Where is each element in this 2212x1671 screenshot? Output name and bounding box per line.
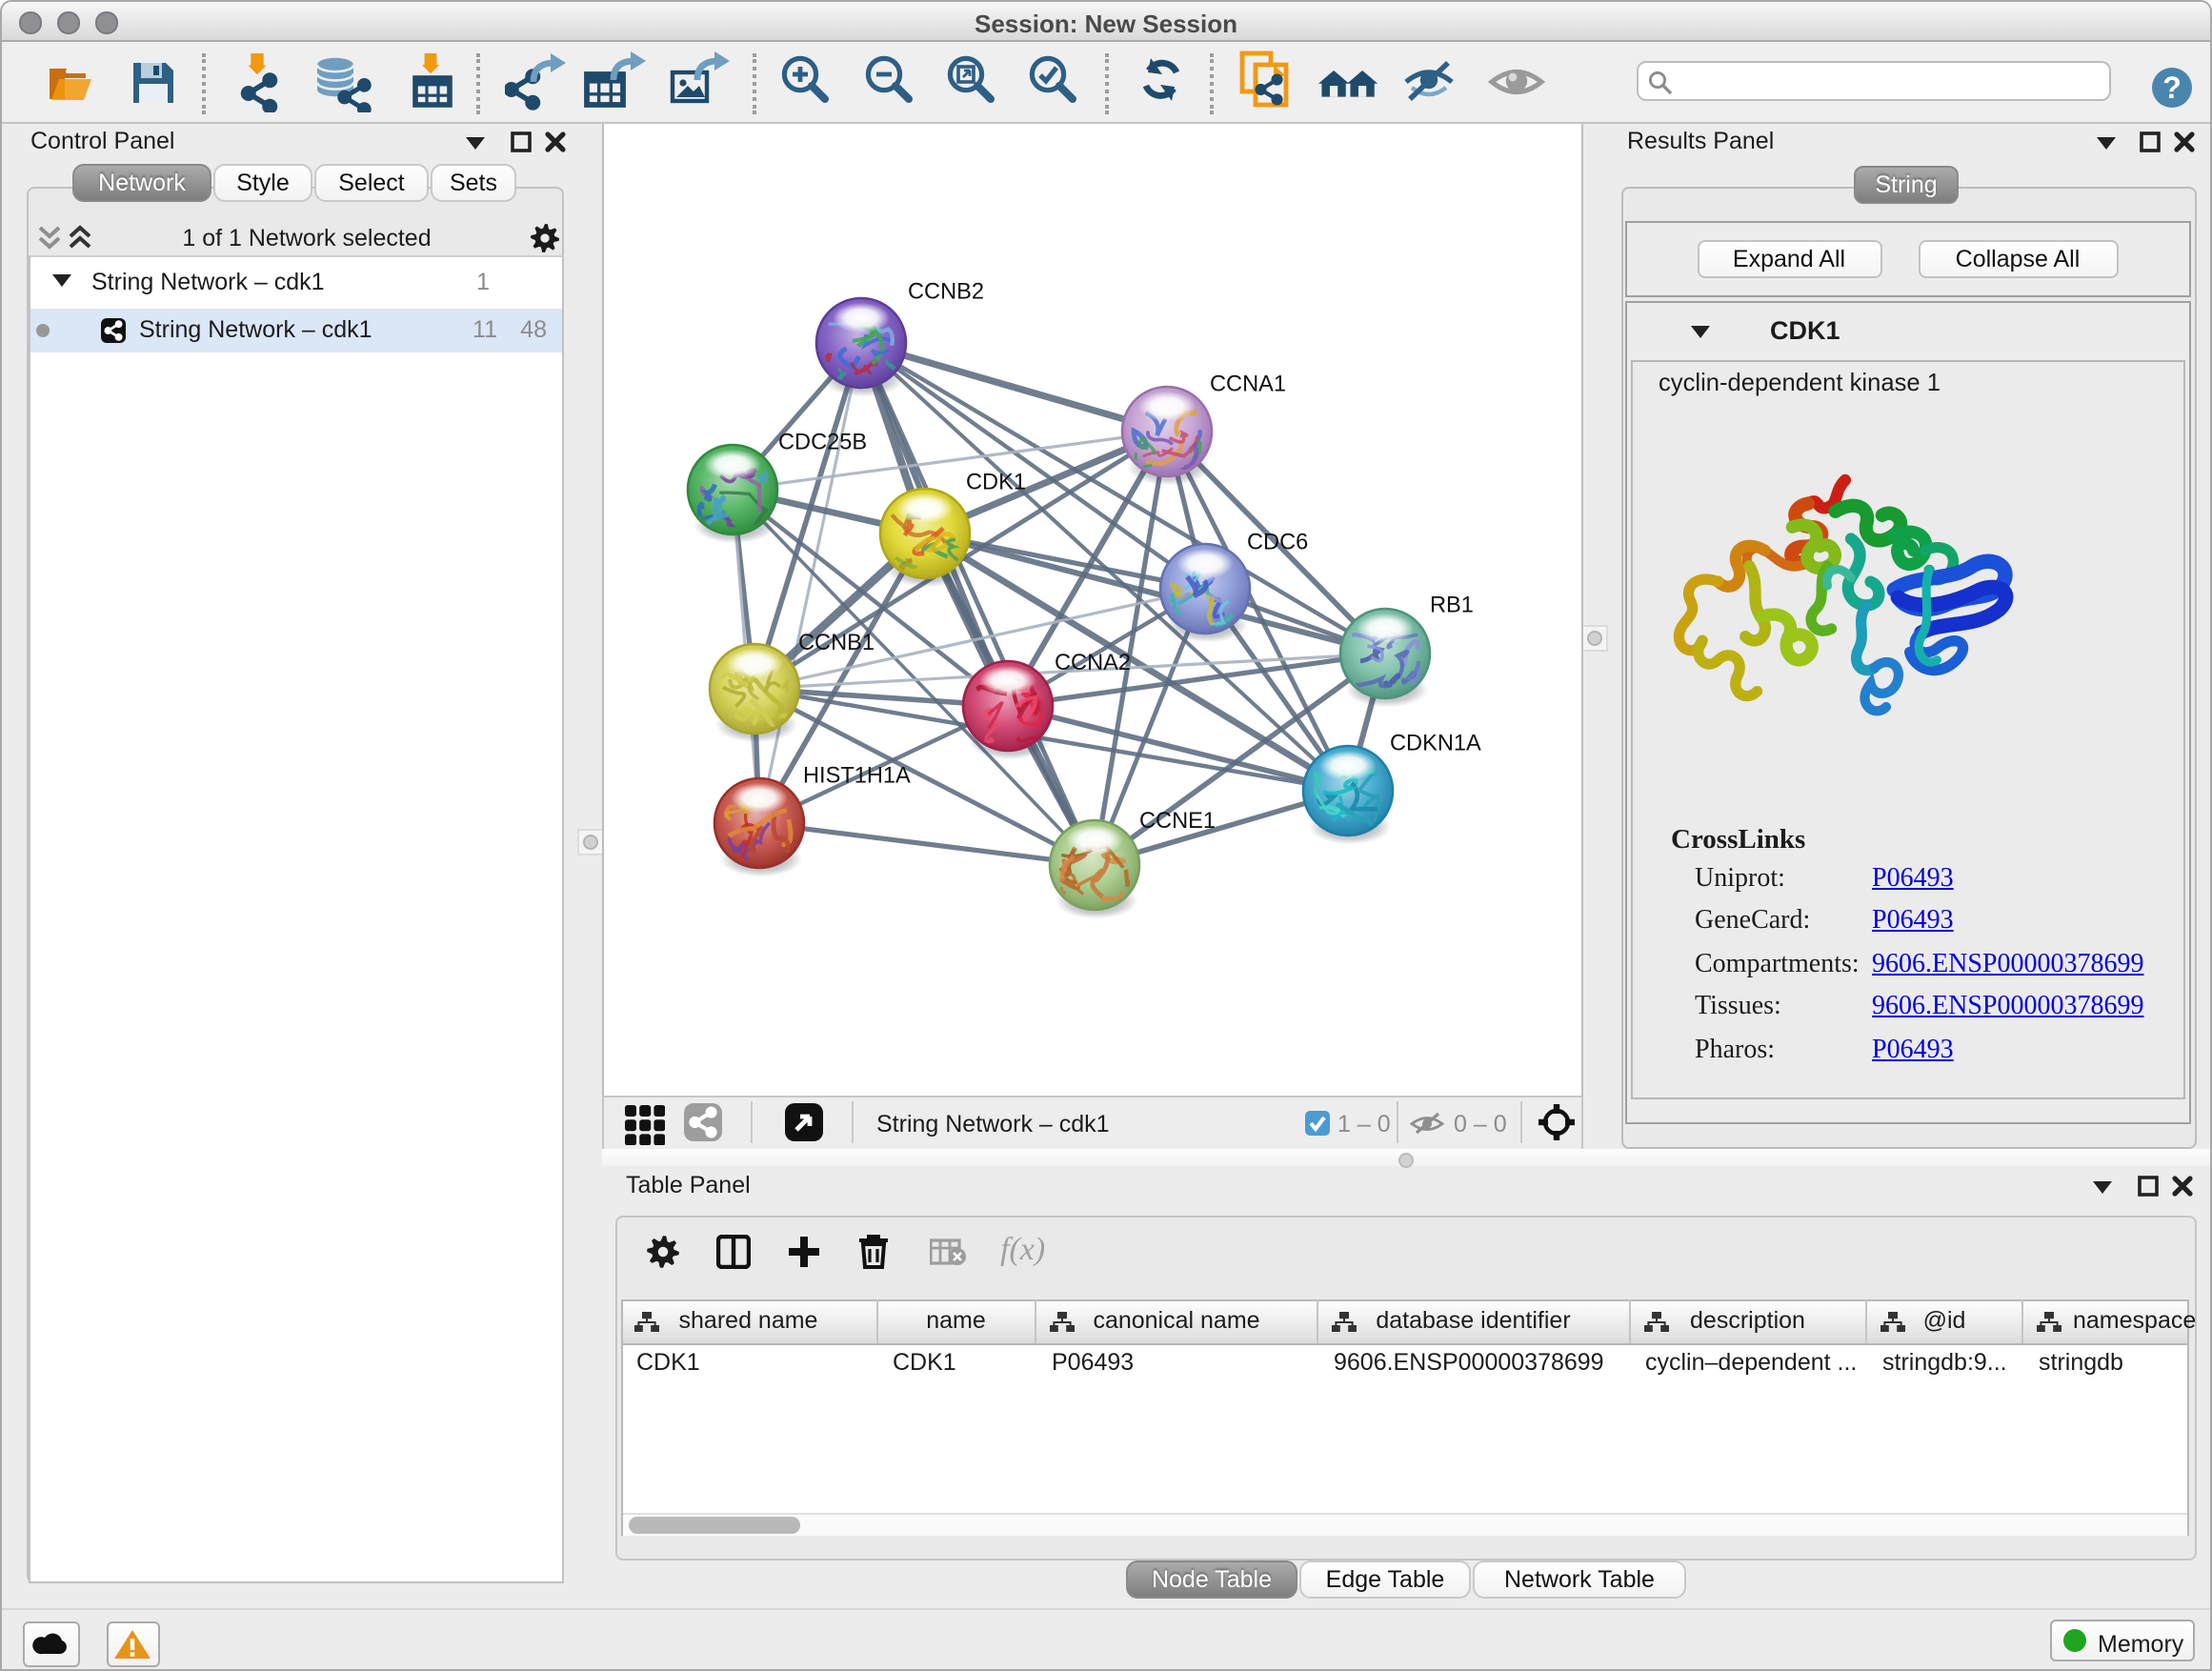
svg-text:HIST1H1A: HIST1H1A <box>803 763 911 788</box>
svg-text:?: ? <box>2162 70 2182 105</box>
svg-text:CDK1: CDK1 <box>966 470 1026 494</box>
svg-text:CCNA1: CCNA1 <box>1210 372 1286 396</box>
svg-text:CCNB1: CCNB1 <box>798 631 875 655</box>
svg-text:RB1: RB1 <box>1430 593 1474 617</box>
svg-text:CCNE1: CCNE1 <box>1139 809 1216 834</box>
svg-text:CDC25B: CDC25B <box>778 430 867 454</box>
svg-text:CDC6: CDC6 <box>1247 530 1308 554</box>
svg-text:CCNB2: CCNB2 <box>908 279 984 304</box>
svg-text:CDKN1A: CDKN1A <box>1390 731 1481 755</box>
svg-text:CCNA2: CCNA2 <box>1055 651 1131 675</box>
